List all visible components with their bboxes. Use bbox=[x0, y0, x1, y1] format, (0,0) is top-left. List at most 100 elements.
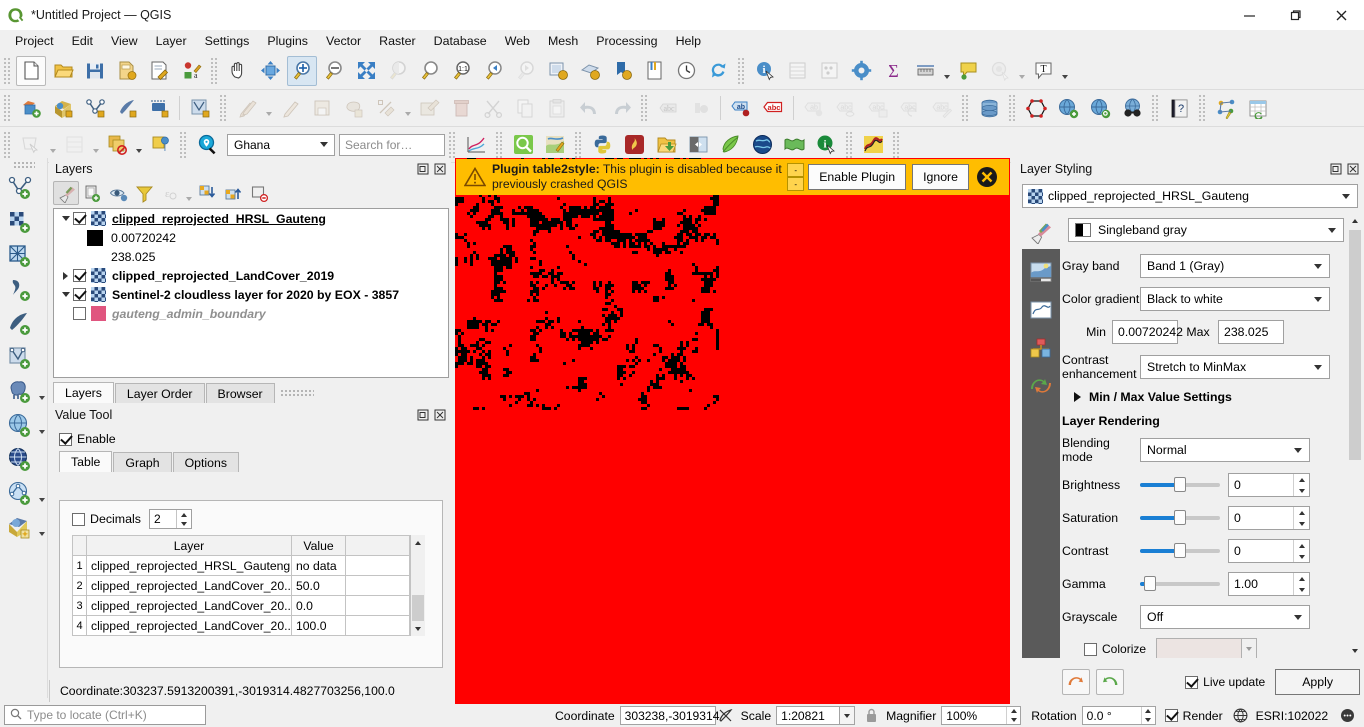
zoom-in-button[interactable] bbox=[287, 55, 317, 86]
xyz-caret[interactable] bbox=[37, 515, 48, 541]
transparency-tab-button[interactable] bbox=[1022, 253, 1060, 291]
zoom-to-layer-button[interactable] bbox=[415, 56, 445, 86]
stepper-buttons[interactable] bbox=[1293, 540, 1309, 562]
toolbar-grip[interactable] bbox=[179, 131, 188, 158]
open-attribute-table-button[interactable] bbox=[782, 56, 812, 86]
scale-dropdown-caret[interactable] bbox=[840, 706, 856, 725]
sum-statistics-button[interactable]: Σ bbox=[878, 56, 908, 86]
value-tool-button[interactable] bbox=[508, 130, 538, 160]
menu-mesh[interactable]: Mesh bbox=[539, 31, 587, 51]
quickmapservices-button[interactable] bbox=[540, 130, 570, 160]
python-console-button[interactable] bbox=[587, 130, 617, 160]
stepper-up[interactable] bbox=[1294, 507, 1309, 518]
value-table[interactable]: Layer Value 1 clipped_reprojected_HRSL_G… bbox=[72, 535, 410, 636]
menu-settings[interactable]: Settings bbox=[196, 31, 259, 51]
tab-table[interactable]: Table bbox=[59, 451, 113, 472]
expand-all-button[interactable] bbox=[194, 181, 220, 205]
menu-database[interactable]: Database bbox=[425, 31, 496, 51]
add-group-button[interactable] bbox=[79, 181, 105, 205]
mmqgis-button[interactable] bbox=[779, 130, 809, 160]
add-pointcloud-layer-icon[interactable] bbox=[3, 309, 37, 339]
close-button[interactable] bbox=[1318, 0, 1364, 30]
panel-resize-handle[interactable] bbox=[279, 388, 314, 397]
minimize-button[interactable] bbox=[1226, 0, 1272, 30]
layer-visibility-checkbox[interactable] bbox=[73, 212, 86, 225]
topology-checker-button[interactable] bbox=[1021, 93, 1051, 123]
ignore-button[interactable]: Ignore bbox=[912, 164, 969, 190]
show-pinned-labels-button[interactable]: abc bbox=[831, 93, 861, 123]
layers-tree[interactable]: clipped_reprojected_HRSL_Gauteng 0.00720… bbox=[53, 208, 449, 378]
close-panel-icon[interactable] bbox=[1345, 162, 1360, 177]
contrast-enhancement-selector[interactable]: Stretch to MinMax bbox=[1140, 355, 1330, 379]
colorize-dropdown-caret[interactable] bbox=[1242, 638, 1258, 658]
toggle-editing-button[interactable] bbox=[275, 93, 305, 123]
stepper-buttons[interactable] bbox=[1293, 573, 1309, 595]
table-row[interactable]: 2 clipped_reprojected_LandCover_20... 50… bbox=[72, 575, 410, 596]
globe-plugin-button[interactable] bbox=[747, 130, 777, 160]
add-mesh-layer-icon[interactable] bbox=[3, 241, 37, 271]
select-features-button[interactable] bbox=[16, 130, 46, 160]
project-properties-button[interactable] bbox=[144, 56, 174, 86]
move-label-right-button[interactable]: abc bbox=[863, 93, 893, 123]
add-delimited-text-layer-icon[interactable] bbox=[3, 275, 37, 305]
measure-dropdown-caret[interactable] bbox=[941, 58, 952, 84]
annotation-dropdown-caret[interactable] bbox=[1059, 58, 1070, 84]
add-wms-layer-button[interactable] bbox=[1053, 93, 1083, 123]
tab-layers[interactable]: Layers bbox=[53, 382, 114, 403]
identify-info-button[interactable]: i bbox=[811, 130, 841, 160]
toolbar-grip[interactable] bbox=[1008, 95, 1017, 121]
metasearch-button[interactable] bbox=[1117, 93, 1147, 123]
crs-globe-icon[interactable] bbox=[1231, 706, 1251, 726]
cut-features-button[interactable] bbox=[478, 93, 508, 123]
deselect-caret[interactable] bbox=[133, 132, 144, 158]
menu-help[interactable]: Help bbox=[667, 31, 710, 51]
toolbar-grip[interactable] bbox=[219, 95, 228, 121]
layer-row-admin-boundary[interactable]: gauteng_admin_boundary bbox=[54, 304, 448, 323]
stepper-down[interactable] bbox=[1007, 716, 1020, 725]
deselect-features-button[interactable] bbox=[102, 130, 132, 160]
toolbar-grip[interactable] bbox=[3, 131, 12, 158]
table-row[interactable]: 3 clipped_reprojected_LandCover_20... 0.… bbox=[72, 595, 410, 616]
toolbar-grip[interactable] bbox=[12, 161, 35, 169]
stepper-up[interactable] bbox=[1142, 707, 1155, 716]
slider-knob[interactable] bbox=[1144, 576, 1156, 591]
add-postgis-layer-icon[interactable] bbox=[3, 377, 37, 407]
stepper-down[interactable] bbox=[1294, 584, 1309, 595]
toolbar-grip[interactable] bbox=[3, 95, 12, 121]
zoom-full-button[interactable] bbox=[351, 56, 381, 86]
rotation-stepper[interactable]: 0.0 ° bbox=[1081, 706, 1156, 725]
new-shapefile-layer-icon[interactable] bbox=[3, 343, 37, 373]
menu-layer[interactable]: Layer bbox=[147, 31, 196, 51]
toolbar-grip[interactable] bbox=[210, 57, 219, 84]
layer-label[interactable]: Sentinel-2 cloudless layer for 2020 by E… bbox=[112, 288, 399, 302]
scrollbar-thumb[interactable] bbox=[1349, 230, 1361, 460]
open-data-source-manager-button[interactable] bbox=[16, 93, 46, 123]
new-map-view-button[interactable] bbox=[543, 56, 573, 86]
min-input[interactable]: 0.00720242 bbox=[1112, 320, 1183, 344]
scale-field[interactable]: 1:20821 bbox=[776, 706, 841, 725]
select-by-location-button[interactable] bbox=[145, 130, 175, 160]
filter-legend-button[interactable] bbox=[131, 181, 157, 205]
undock-icon[interactable] bbox=[1328, 162, 1343, 177]
stepper-up[interactable] bbox=[177, 510, 191, 519]
raster-map-render[interactable] bbox=[455, 158, 1010, 704]
col-value-header[interactable]: Value bbox=[291, 535, 346, 556]
add-vector-layer-icon[interactable] bbox=[3, 173, 37, 203]
slider-knob[interactable] bbox=[1174, 510, 1186, 525]
stepper-up[interactable] bbox=[1294, 573, 1309, 584]
modify-attributes-button[interactable] bbox=[414, 93, 444, 123]
layer-row-hrsl[interactable]: clipped_reprojected_HRSL_Gauteng bbox=[54, 209, 448, 228]
show-hide-labels-button[interactable]: abc bbox=[758, 93, 788, 123]
symbology-tab-button[interactable] bbox=[1022, 214, 1060, 249]
current-edits-button[interactable] bbox=[232, 93, 262, 123]
table-row[interactable]: 1 clipped_reprojected_HRSL_Gauteng no da… bbox=[72, 555, 410, 576]
postgis-caret[interactable] bbox=[37, 379, 48, 405]
vertex-tool-caret[interactable] bbox=[402, 95, 413, 121]
close-banner-icon[interactable] bbox=[975, 165, 999, 189]
pan-map-button[interactable] bbox=[223, 56, 253, 86]
minmax-settings-group[interactable]: Min / Max Value Settings bbox=[1074, 390, 1346, 404]
undo-redo-tab-button[interactable] bbox=[1022, 367, 1060, 405]
text-annotation-button[interactable]: T bbox=[1028, 56, 1058, 86]
stepper-up[interactable] bbox=[1294, 540, 1309, 551]
tab-graph[interactable]: Graph bbox=[113, 452, 172, 472]
